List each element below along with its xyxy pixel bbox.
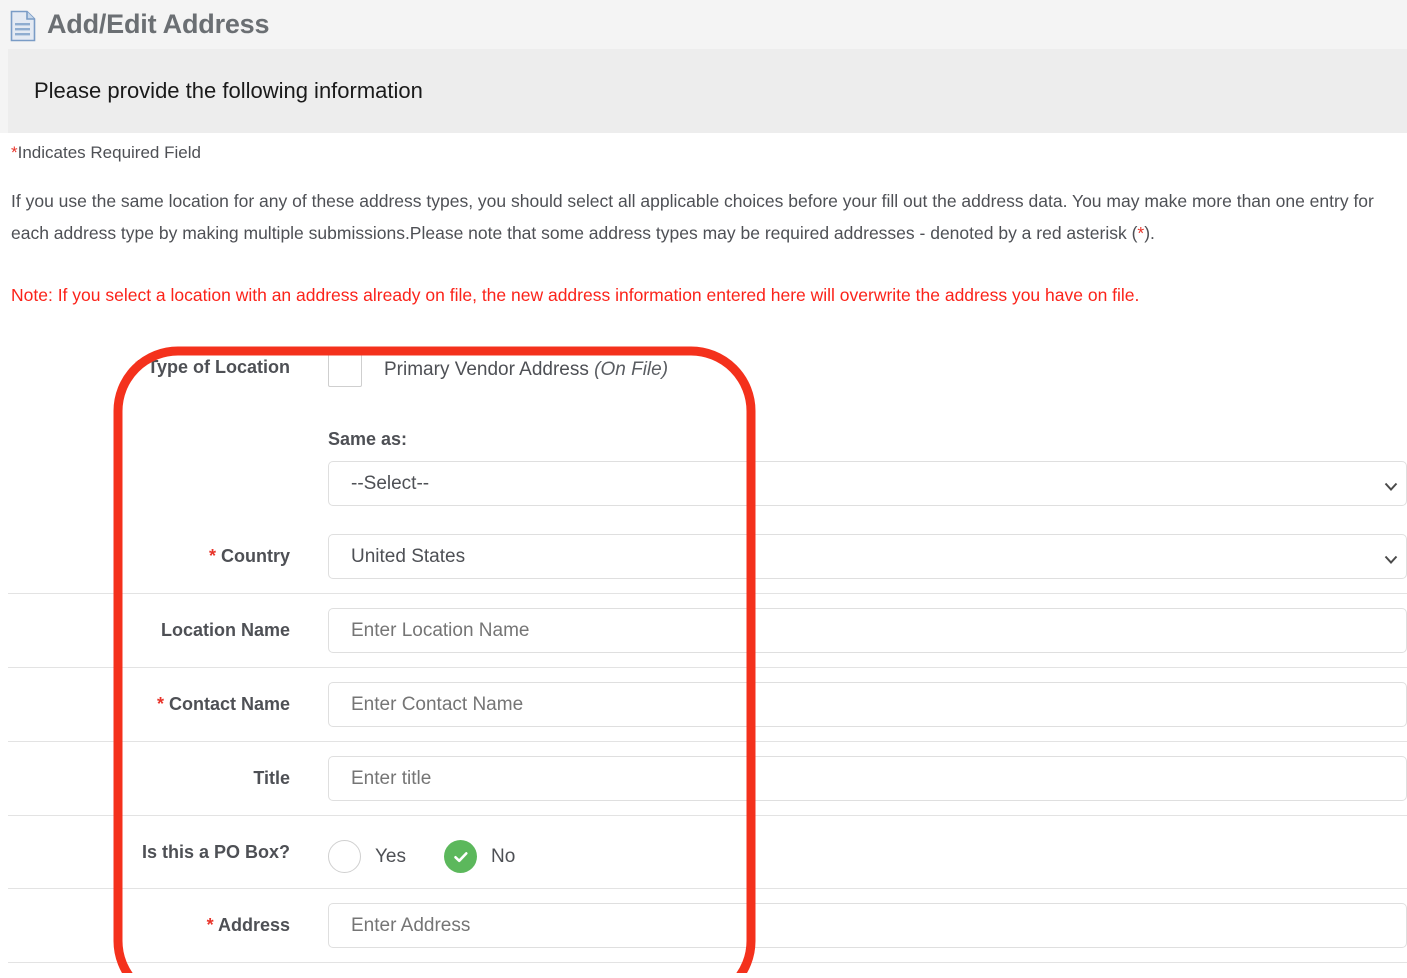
required-asterisk-contact-name: * [156,694,164,714]
intro-paragraph-part1: If you use the same location for any of … [11,191,1374,243]
label-address-text: Address [217,915,290,935]
address-form: * Type of Location Primary Vendor Addres… [8,331,1407,963]
input-address[interactable] [328,903,1407,948]
form-row-contact-name: * Contact Name [8,668,1407,742]
required-field-legend-text: Indicates Required Field [17,143,201,162]
document-icon [10,10,36,42]
field-address [328,889,1407,962]
banner-container: Please provide the following information [0,49,1407,133]
label-title: Title [8,742,328,789]
required-asterisk-country: * [208,546,216,566]
label-type-of-location-text: Type of Location [147,357,290,377]
input-location-name[interactable] [328,608,1407,653]
checkbox-primary-vendor-address-row[interactable]: Primary Vendor Address (On File) [328,345,1407,387]
field-type-of-location: Primary Vendor Address (On File) Same as… [328,331,1407,520]
chevron-down-icon [1384,478,1398,492]
field-contact-name [328,668,1407,741]
select-country-value: United States [351,545,466,567]
label-type-of-location: * Type of Location [8,331,328,378]
checkbox-primary-vendor-address[interactable] [328,353,362,387]
form-row-title: Title [8,742,1407,816]
overwrite-note: Note: If you select a location with an a… [11,285,1140,305]
check-icon [453,851,468,862]
field-po-box: Yes No [328,816,1407,887]
radio-po-box-yes[interactable] [328,840,361,873]
label-country-text: Country [221,546,290,566]
label-location-name: Location Name [8,594,328,641]
radio-po-box-yes-label: Yes [375,845,406,867]
intro-paragraph: If you use the same location for any of … [11,185,1395,249]
required-asterisk-address: * [206,915,214,935]
select-country[interactable]: United States [328,534,1407,579]
form-row-po-box: Is this a PO Box? Yes No [8,816,1407,889]
radio-po-box-no[interactable] [444,840,477,873]
label-address: * Address [8,889,328,936]
page-header: Add/Edit Address [0,0,1407,49]
required-asterisk-type-of-location: * [135,357,143,377]
radio-po-box-no-label: No [491,845,516,867]
input-title[interactable] [328,756,1407,801]
label-po-box-text: Is this a PO Box? [141,842,290,862]
instruction-banner: Please provide the following information [8,49,1407,133]
required-asterisk: * [11,143,18,162]
label-title-text: Title [253,768,290,788]
required-field-legend: *Indicates Required Field [11,133,1395,167]
field-title [328,742,1407,815]
label-same-as: Same as: [328,429,408,449]
select-same-as[interactable]: --Select-- [328,461,1407,506]
checkbox-primary-vendor-address-label: Primary Vendor Address (On File) [384,359,668,381]
form-row-address: * Address [8,889,1407,963]
label-contact-name-text: Contact Name [168,694,290,714]
intro-paragraph-part2: ). [1144,223,1155,243]
form-row-location-name: Location Name [8,594,1407,668]
checkbox-on-file-note: (On File) [594,359,669,380]
label-location-name-text: Location Name [160,620,290,640]
form-row-type-of-location: * Type of Location Primary Vendor Addres… [8,331,1407,520]
page-title: Add/Edit Address [47,9,270,39]
field-location-name [328,594,1407,667]
page-content: *Indicates Required Field If you use the… [0,133,1407,963]
radio-group-po-box: Yes No [328,830,1407,873]
field-country: United States [328,520,1407,593]
intro-copy: *Indicates Required Field If you use the… [8,133,1407,311]
instruction-banner-text: Please provide the following information [34,78,423,103]
chevron-down-icon [1384,551,1398,565]
checkbox-label-text: Primary Vendor Address [384,359,589,380]
form-row-country: * Country United States [8,520,1407,594]
label-po-box: Is this a PO Box? [8,816,328,863]
label-country: * Country [8,520,328,567]
label-contact-name: * Contact Name [8,668,328,715]
select-same-as-value: --Select-- [351,472,430,494]
input-contact-name[interactable] [328,682,1407,727]
